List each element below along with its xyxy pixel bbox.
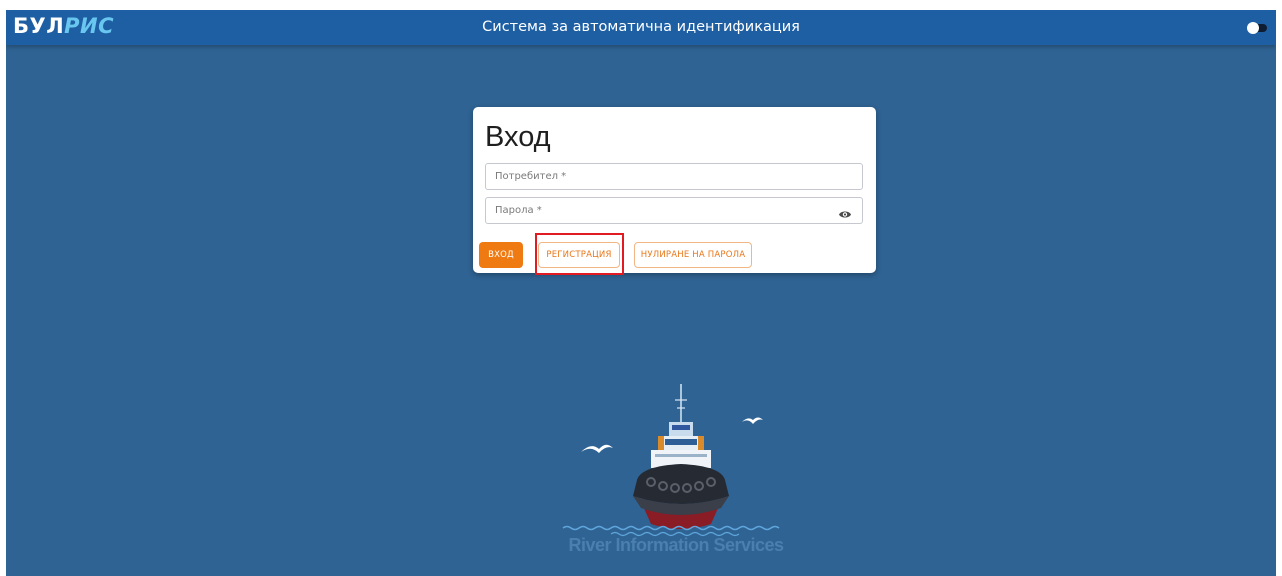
top-bar: БУЛ РИС Система за автоматична идентифика… [6, 10, 1276, 45]
app-title: Система за автоматична идентификация [482, 19, 800, 35]
theme-toggle[interactable] [1247, 22, 1267, 34]
app-root: БУЛ РИС Система за автоматична идентифика… [6, 10, 1276, 576]
reset-password-button[interactable]: НУЛИРАНЕ НА ПАРОЛА [634, 242, 752, 268]
login-button[interactable]: ВХОД [479, 242, 523, 268]
eye-icon[interactable] [838, 205, 852, 218]
bird-left [581, 444, 613, 453]
login-card: Вход Потребител * Парола * ВХОД РЕГИСТРА… [473, 107, 876, 275]
username-placeholder: Потребител * [495, 171, 567, 182]
footer-brand: River Information Services [568, 535, 784, 555]
password-field[interactable]: Парола * [485, 197, 863, 224]
login-title: Вход [485, 121, 551, 153]
password-placeholder: Парола * [495, 205, 542, 216]
toggle-thumb [1247, 22, 1259, 34]
register-button[interactable]: РЕГИСТРАЦИЯ [538, 242, 620, 268]
username-field[interactable]: Потребител * [485, 163, 863, 190]
bird-right [742, 417, 763, 424]
